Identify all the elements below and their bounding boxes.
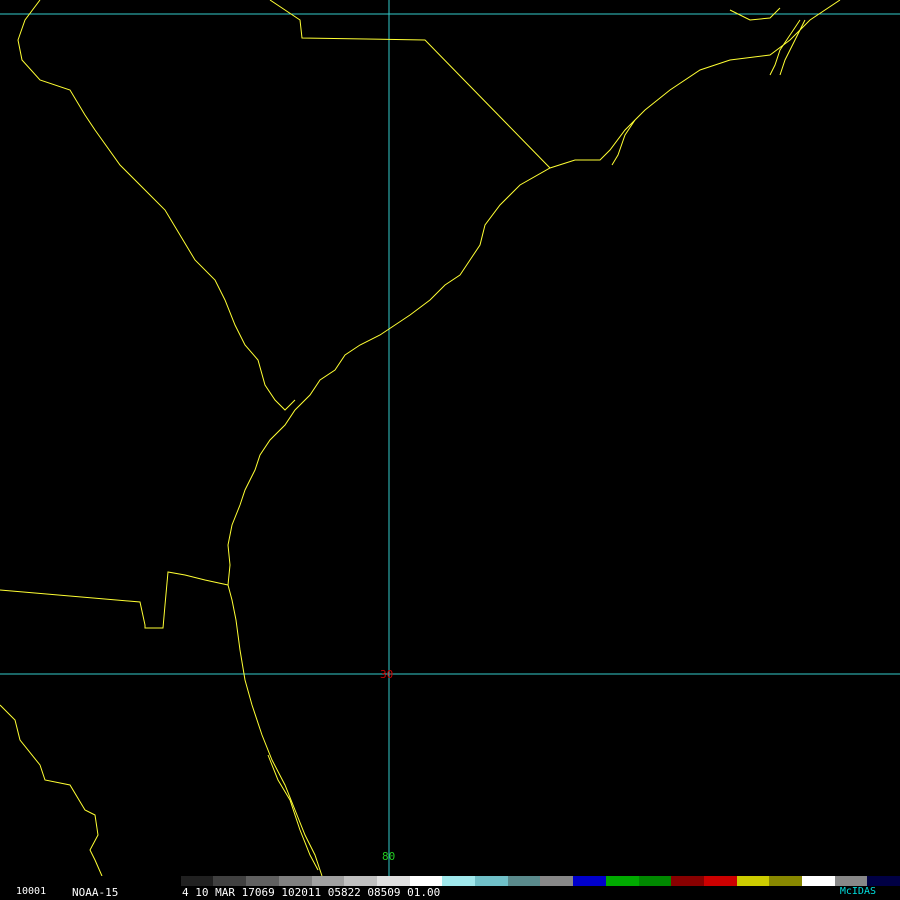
frame-number: 10001 <box>16 886 47 897</box>
colorbar-segment <box>867 876 900 886</box>
satellite-map-frame: 30 80 10001 NOAA-15 4 10 MAR 17069 10201… <box>0 0 900 900</box>
latitude-label-30: 30 <box>380 668 393 681</box>
mcidas-logo: McIDAS <box>839 886 876 897</box>
colorbar-segment <box>605 876 639 886</box>
state-border-ga-fl <box>0 571 229 629</box>
colorbar-segment <box>409 876 443 886</box>
satellite-name: NOAA-15 <box>72 886 119 899</box>
colorbar-segment <box>736 876 770 886</box>
colorbar-segment <box>573 876 606 886</box>
colorbar-segment <box>834 876 868 886</box>
colorbar-segment <box>540 876 574 886</box>
colorbar-segment <box>213 876 247 886</box>
coastline-gulf <box>0 704 103 877</box>
coastline-carolinas <box>227 0 841 877</box>
colorbar-segment <box>180 876 214 886</box>
colorbar-segment <box>376 876 410 886</box>
colorbar-segment <box>671 876 704 886</box>
colorbar-segment <box>278 876 312 886</box>
colorbar-segment <box>802 876 835 886</box>
colorbar-segment <box>148 876 181 886</box>
state-border-nc-sc <box>269 0 551 169</box>
outer-banks <box>769 19 806 76</box>
colorbar-segment <box>703 876 737 886</box>
colorbar-segment <box>442 876 476 886</box>
longitude-label-80: 80 <box>382 850 395 863</box>
coastline-indian-river <box>267 754 319 871</box>
colorbar-segment <box>507 876 541 886</box>
colorbar-segment <box>246 876 279 886</box>
image-info: 4 10 MAR 17069 102011 05822 08509 01.00 <box>182 886 441 899</box>
colorbar-segment <box>344 876 377 886</box>
colorbar <box>148 876 900 886</box>
colorbar-segment <box>311 876 345 886</box>
state-border-ga-sc <box>17 0 296 411</box>
colorbar-segment <box>475 876 508 886</box>
colorbar-segment <box>769 876 803 886</box>
status-bar: 10001 NOAA-15 4 10 MAR 17069 102011 0582… <box>0 876 900 900</box>
map-canvas: 30 80 <box>0 0 900 877</box>
colorbar-segment <box>638 876 672 886</box>
